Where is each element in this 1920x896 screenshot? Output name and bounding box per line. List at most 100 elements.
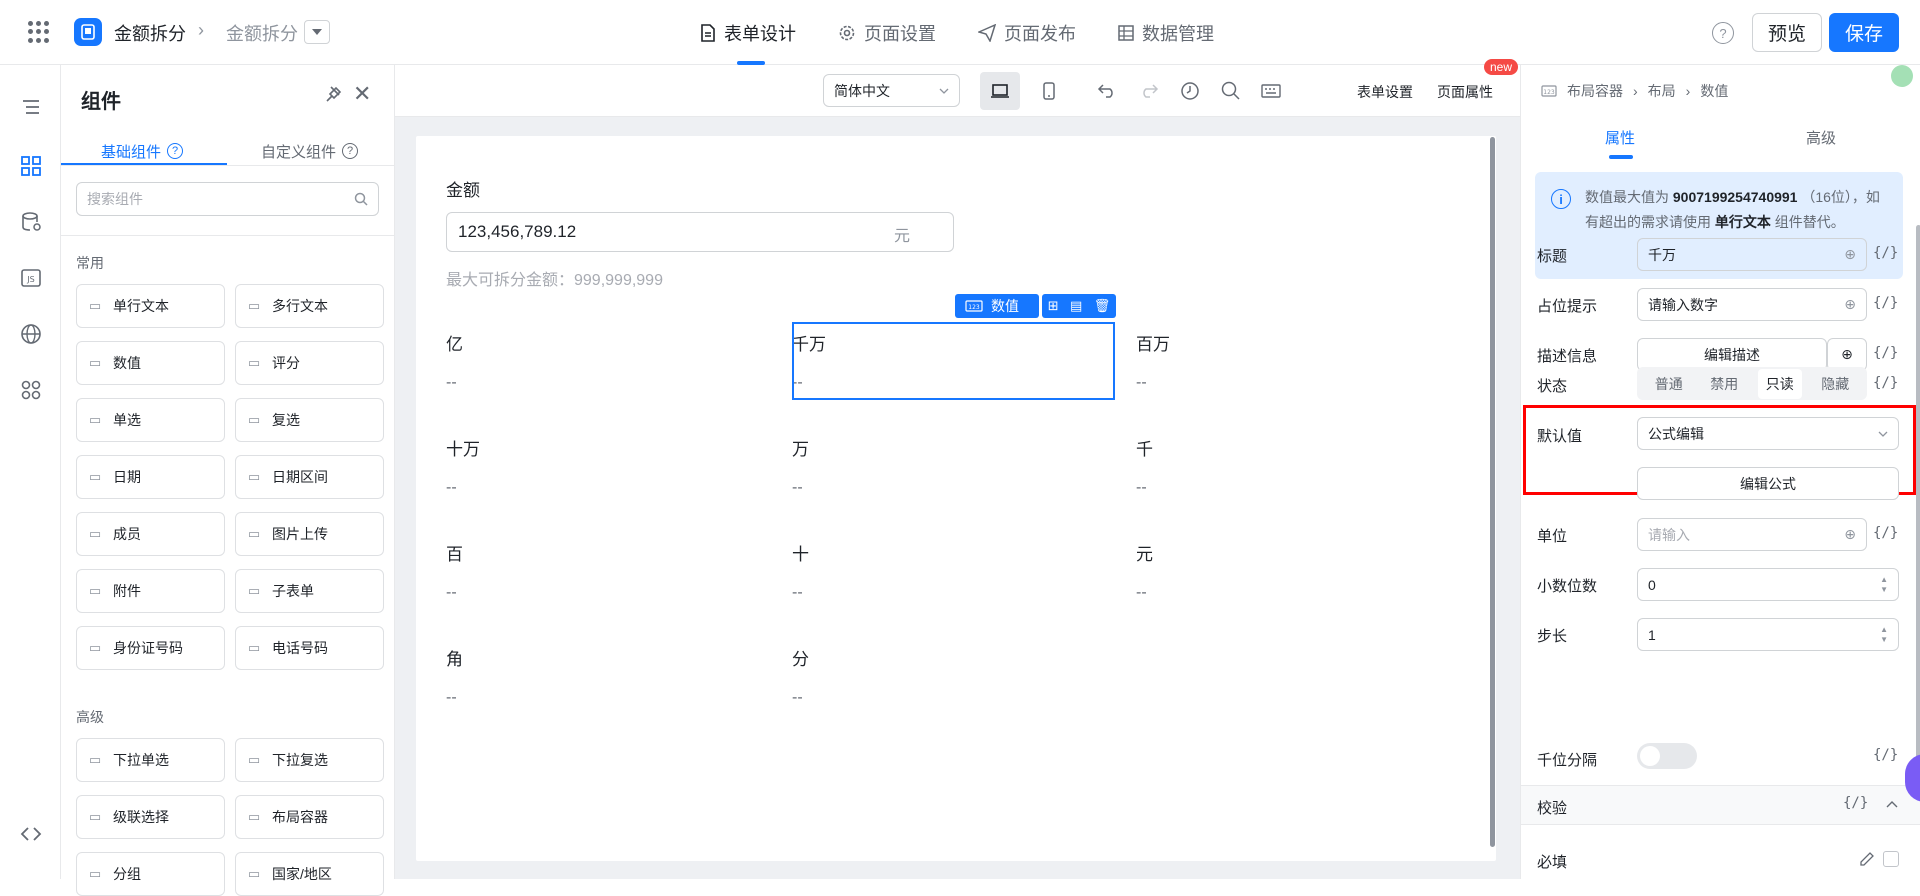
preview-button[interactable]: 预览: [1752, 13, 1822, 52]
thousands-toggle[interactable]: [1637, 743, 1697, 769]
redo-icon[interactable]: [1135, 77, 1163, 105]
field-value[interactable]: --: [1136, 584, 1147, 602]
component-item[interactable]: ▭ 数值: [76, 341, 225, 385]
page-props-button[interactable]: 页面属性: [1437, 82, 1493, 102]
app-launcher-icon[interactable]: [28, 21, 50, 43]
component-item[interactable]: ▭ 附件: [76, 569, 225, 613]
component-item[interactable]: ▭ 电话号码: [235, 626, 384, 670]
components-icon[interactable]: [16, 151, 46, 181]
required-checkbox[interactable]: [1883, 851, 1899, 867]
copy-icon[interactable]: ▤: [1070, 298, 1082, 314]
component-item[interactable]: ▭ 日期区间: [235, 455, 384, 499]
component-item[interactable]: ▭ 布局容器: [235, 795, 384, 839]
code-icon[interactable]: [16, 819, 46, 849]
save-button[interactable]: 保存: [1829, 13, 1899, 52]
zoom-icon[interactable]: [1217, 77, 1245, 105]
component-item[interactable]: ▭ 评分: [235, 341, 384, 385]
status-option[interactable]: 隐藏: [1813, 369, 1857, 399]
breadcrumb-item[interactable]: 布局容器: [1567, 81, 1623, 101]
component-item[interactable]: ▭ 分组: [76, 852, 225, 896]
tab-page-publish[interactable]: 页面发布: [978, 0, 1076, 65]
globe-icon[interactable]: ⊕: [1844, 526, 1856, 543]
keyboard-icon[interactable]: [1257, 77, 1285, 105]
edit-formula-button[interactable]: 编辑公式: [1637, 467, 1899, 500]
apps-icon[interactable]: [16, 375, 46, 405]
step-input[interactable]: 1 ▲ ▼: [1637, 618, 1899, 651]
globe-icon[interactable]: ⊕: [1844, 246, 1856, 263]
component-item[interactable]: ▭ 下拉复选: [235, 738, 384, 782]
stepper-icon[interactable]: ▲ ▼: [1880, 625, 1888, 645]
title-input[interactable]: 千万 ⊕: [1637, 238, 1867, 271]
fx-icon[interactable]: {/}: [1873, 245, 1898, 261]
validation-section-header[interactable]: 校验 {/}: [1521, 785, 1920, 825]
field-value[interactable]: --: [792, 689, 803, 707]
datasource-icon[interactable]: [16, 207, 46, 237]
field-value[interactable]: --: [446, 584, 457, 602]
globe-icon[interactable]: ⊕: [1844, 296, 1856, 313]
delete-icon[interactable]: 🗑: [1094, 298, 1111, 314]
desktop-view-icon[interactable]: [980, 72, 1020, 110]
field-value[interactable]: --: [1136, 479, 1147, 497]
status-option[interactable]: 禁用: [1702, 369, 1746, 399]
tab-advanced[interactable]: 高级: [1806, 127, 1836, 148]
status-option-selected[interactable]: 只读: [1757, 368, 1802, 399]
pin-icon[interactable]: [325, 85, 343, 108]
tab-custom-components[interactable]: 自定义组件?: [261, 135, 359, 167]
form-settings-button[interactable]: 表单设置: [1357, 82, 1413, 102]
js-icon[interactable]: JS: [16, 263, 46, 293]
tab-data-management[interactable]: 数据管理: [1118, 0, 1214, 65]
status-option[interactable]: 普通: [1647, 369, 1691, 399]
unit-input[interactable]: 请输入 ⊕: [1637, 518, 1867, 551]
history-icon[interactable]: [1176, 77, 1204, 105]
fx-icon[interactable]: {/}: [1873, 525, 1898, 541]
amount-input[interactable]: 123,456,789.12: [446, 212, 954, 252]
help-icon[interactable]: ?: [1712, 22, 1734, 44]
component-item[interactable]: ▭ 单选: [76, 398, 225, 442]
field-value[interactable]: --: [792, 584, 803, 602]
tab-page-settings[interactable]: 页面设置: [838, 0, 936, 65]
default-value-select[interactable]: 公式编辑: [1637, 417, 1899, 450]
panel-scrollbar[interactable]: [1916, 225, 1920, 783]
component-item[interactable]: ▭ 国家/地区: [235, 852, 384, 896]
field-value[interactable]: --: [446, 689, 457, 707]
field-value[interactable]: --: [446, 374, 457, 392]
breadcrumb-page[interactable]: 金额拆分: [226, 20, 298, 46]
tab-properties[interactable]: 属性: [1605, 127, 1635, 148]
close-icon[interactable]: ✕: [353, 81, 371, 107]
component-item[interactable]: ▭ 身份证号码: [76, 626, 225, 670]
component-item[interactable]: ▭ 复选: [235, 398, 384, 442]
component-item[interactable]: ▭ 级联选择: [76, 795, 225, 839]
language-select[interactable]: 简体中文: [823, 74, 960, 107]
globe-icon[interactable]: [16, 319, 46, 349]
fx-icon[interactable]: {/}: [1873, 295, 1898, 311]
breadcrumb-app[interactable]: 金额拆分: [114, 20, 186, 46]
outline-icon[interactable]: [16, 93, 46, 123]
component-item[interactable]: ▭ 单行文本: [76, 284, 225, 328]
component-item[interactable]: ▭ 多行文本: [235, 284, 384, 328]
component-item[interactable]: ▭ 图片上传: [235, 512, 384, 556]
component-item[interactable]: ▭ 日期: [76, 455, 225, 499]
component-item[interactable]: ▭ 成员: [76, 512, 225, 556]
decimals-input[interactable]: 0 ▲ ▼: [1637, 568, 1899, 601]
mobile-view-icon[interactable]: [1035, 77, 1063, 105]
fx-icon[interactable]: {/}: [1873, 375, 1898, 391]
breadcrumb-item[interactable]: 数值: [1700, 81, 1728, 101]
fx-icon[interactable]: {/}: [1843, 795, 1868, 811]
selected-field-outline[interactable]: [792, 322, 1115, 400]
canvas-scrollbar[interactable]: [1490, 137, 1495, 847]
component-item[interactable]: ▭ 下拉单选: [76, 738, 225, 782]
component-item[interactable]: ▭ 子表单: [235, 569, 384, 613]
field-value[interactable]: --: [1136, 374, 1147, 392]
tab-form-design[interactable]: 表单设计: [700, 0, 796, 65]
search-input[interactable]: 搜索组件: [76, 182, 379, 216]
undo-icon[interactable]: [1093, 77, 1121, 105]
page-dropdown-button[interactable]: [304, 20, 330, 44]
fx-icon[interactable]: {/}: [1873, 747, 1898, 763]
fx-icon[interactable]: {/}: [1873, 345, 1898, 361]
placeholder-input[interactable]: 请输入数字 ⊕: [1637, 288, 1867, 321]
stepper-icon[interactable]: ▲ ▼: [1880, 575, 1888, 595]
add-icon[interactable]: ⊞: [1048, 298, 1059, 314]
field-value[interactable]: --: [792, 479, 803, 497]
field-value[interactable]: --: [446, 479, 457, 497]
breadcrumb-item[interactable]: 布局: [1648, 81, 1676, 101]
